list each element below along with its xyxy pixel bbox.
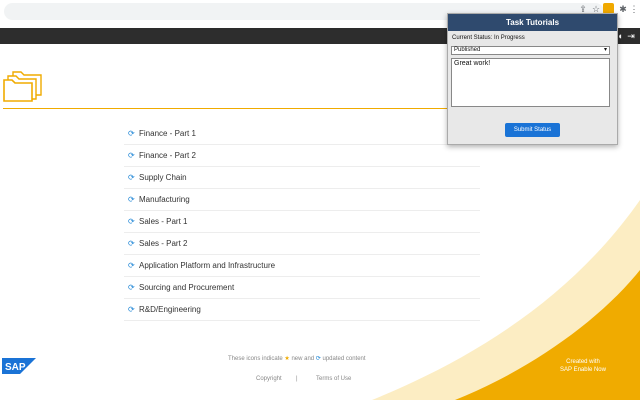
popup-title: Task Tutorials xyxy=(448,14,617,31)
created-with[interactable]: Created with SAP Enable Now xyxy=(548,358,618,374)
course-list: ⟳ Finance - Part 1 ⟳ Finance - Part 2 ⟳ Sup… xyxy=(124,123,480,321)
refresh-icon: ⟳ xyxy=(128,129,135,138)
terms-link[interactable]: Terms of Use xyxy=(316,376,351,382)
folder-icon xyxy=(3,71,42,102)
refresh-icon: ⟳ xyxy=(128,305,135,314)
list-item-label: R&D/Engineering xyxy=(139,305,201,314)
list-item[interactable]: ⟳ R&D/Engineering xyxy=(124,299,480,321)
list-item[interactable]: ⟳ Finance - Part 1 xyxy=(124,123,480,145)
list-item[interactable]: ⟳ Sales - Part 2 xyxy=(124,233,480,255)
icon-legend: These icons indicate ★ new and ⟳ updated… xyxy=(228,355,398,362)
refresh-icon: ⟳ xyxy=(128,261,135,270)
copyright-link[interactable]: Copyright xyxy=(256,376,282,382)
refresh-icon: ⟳ xyxy=(128,217,135,226)
comment-textarea[interactable]: Great work! xyxy=(451,58,610,107)
puzzle-icon[interactable]: ✱ xyxy=(618,4,628,14)
page: ⇪ ☆ ✱ ⋮ ◖ ⇥ ⟳ Finance - Part 1 ⟳ Finance -… xyxy=(0,0,640,400)
refresh-icon: ⟳ xyxy=(128,151,135,160)
menu-icon[interactable]: ⋮ xyxy=(629,4,639,14)
exit-icon[interactable]: ⇥ xyxy=(626,31,636,41)
created-line-1: Created with xyxy=(566,359,600,365)
status-select[interactable]: Published ▾ xyxy=(451,46,610,55)
submit-status-button[interactable]: Submit Status xyxy=(505,123,560,137)
list-item-label: Finance - Part 2 xyxy=(139,151,196,160)
list-item-label: Application Platform and Infrastructure xyxy=(139,261,276,270)
list-item[interactable]: ⟳ Supply Chain xyxy=(124,167,480,189)
list-item-label: Manufacturing xyxy=(139,195,190,204)
legend-updated: updated content xyxy=(322,356,366,362)
list-item[interactable]: ⟳ Application Platform and Infrastructure xyxy=(124,255,480,277)
header-divider xyxy=(3,108,453,109)
list-item-label: Sourcing and Procurement xyxy=(139,283,235,292)
list-item-label: Sales - Part 1 xyxy=(139,217,188,226)
refresh-icon: ⟳ xyxy=(128,239,135,248)
list-item-label: Supply Chain xyxy=(139,173,187,182)
chevron-down-icon: ▾ xyxy=(603,47,607,53)
footer-separator: | xyxy=(296,376,298,382)
legend-new: new and xyxy=(291,356,315,362)
list-item[interactable]: ⟳ Sourcing and Procurement xyxy=(124,277,480,299)
refresh-icon: ⟳ xyxy=(128,195,135,204)
refresh-icon: ⟳ xyxy=(128,173,135,182)
refresh-icon: ⟳ xyxy=(315,356,321,362)
list-item-label: Finance - Part 1 xyxy=(139,129,196,138)
status-label: Current Status: xyxy=(452,35,493,41)
list-item[interactable]: ⟳ Manufacturing xyxy=(124,189,480,211)
list-item-label: Sales - Part 2 xyxy=(139,239,188,248)
list-item[interactable]: ⟳ Finance - Part 2 xyxy=(124,145,480,167)
sap-logo: SAP xyxy=(2,358,36,374)
current-status: Current Status: In Progress xyxy=(452,35,525,41)
svg-text:SAP: SAP xyxy=(5,362,26,373)
task-tutorials-popup: Task Tutorials Current Status: In Progre… xyxy=(447,13,618,145)
refresh-icon: ⟳ xyxy=(128,283,135,292)
legend-prefix: These icons indicate xyxy=(228,356,283,362)
selected-status: Published xyxy=(454,47,481,53)
created-line-2: SAP Enable Now xyxy=(560,367,606,373)
list-item[interactable]: ⟳ Sales - Part 1 xyxy=(124,211,480,233)
status-value: In Progress xyxy=(494,35,525,41)
new-star-icon: ★ xyxy=(284,356,290,362)
